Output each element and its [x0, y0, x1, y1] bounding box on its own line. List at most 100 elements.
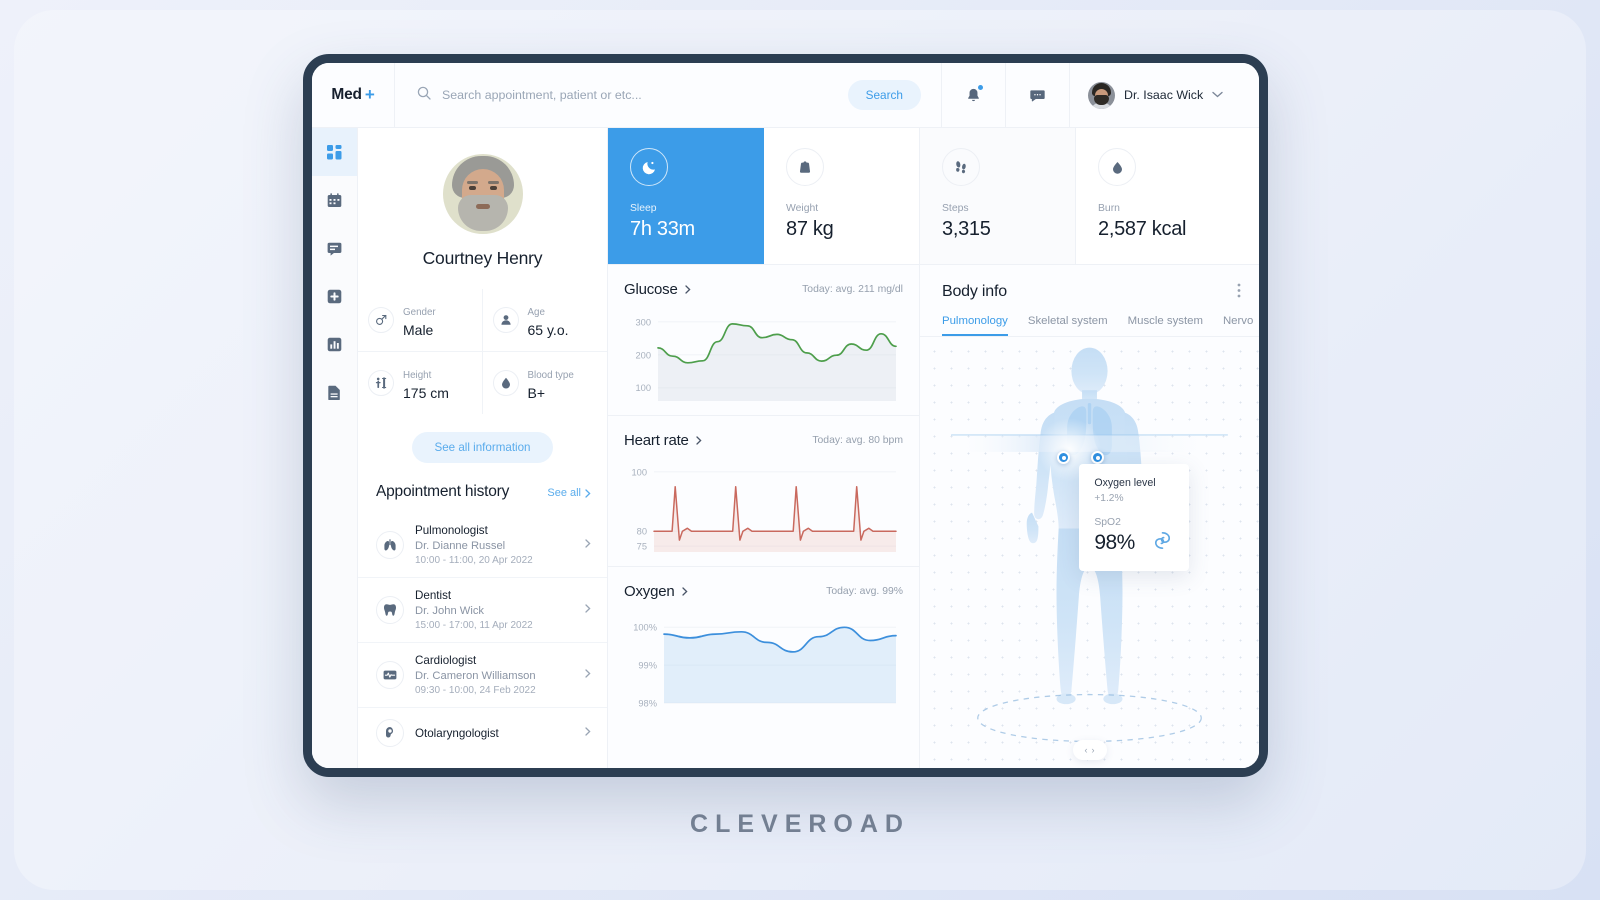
see-all-label: See all	[547, 487, 581, 499]
body-rotate-control[interactable]: ‹ ›	[1072, 740, 1107, 760]
appointment-time: 15:00 - 17:00, 11 Apr 2022	[415, 620, 533, 631]
patient-stats: Gender Male Age 65 y.o. Height 175 cm Bl…	[358, 289, 607, 414]
tooltip-metric-label: SpO2	[1094, 517, 1121, 529]
oxygen-title-group[interactable]: Oxygen	[624, 583, 688, 600]
oxygen-card: Oxygen Today: avg. 99% 98% 99% 100%	[608, 567, 919, 717]
right-region: Sleep 7h 33m Weight 87 kg Steps 3,315 Bu…	[608, 128, 1259, 768]
body-info-tabs: Pulmonology Skeletal system Muscle syste…	[920, 301, 1259, 336]
appointment-row[interactable]: Otolaryngologist	[358, 707, 607, 758]
heart-rate-card: Heart rate Today: avg. 80 bpm 75 80 100	[608, 416, 919, 567]
tooltip-label: Oxygen level	[1094, 477, 1156, 490]
tooltip-metric-row: 98%	[1094, 529, 1174, 557]
messages-button[interactable]	[1005, 63, 1069, 127]
svg-text:200: 200	[635, 350, 651, 360]
see-all-information-button[interactable]: See all information	[412, 432, 553, 463]
vitals-column: Glucose Today: avg. 211 mg/dl 100 200 300	[608, 265, 920, 768]
search-bar: Search	[394, 63, 941, 127]
ear-icon	[376, 719, 404, 747]
tab-muscle-system[interactable]: Muscle system	[1128, 315, 1203, 336]
appointment-row[interactable]: Dentist Dr. John Wick 15:00 - 17:00, 11 …	[358, 577, 607, 642]
rotate-next-icon[interactable]: ›	[1092, 745, 1095, 755]
metric-label: Weight	[786, 203, 819, 214]
tab-skeletal-system[interactable]: Skeletal system	[1028, 315, 1108, 336]
chevron-right-icon	[585, 604, 591, 616]
appointments-see-all-link[interactable]: See all	[547, 487, 591, 499]
stat-label: Blood type	[527, 370, 574, 381]
notification-badge	[978, 85, 983, 90]
tablet-frame: Med + Search appointment, patient or etc…	[303, 54, 1268, 777]
appointment-list: Pulmonologist Dr. Dianne Russel 10:00 - …	[358, 513, 607, 768]
tab-pulmonology[interactable]: Pulmonology	[942, 315, 1008, 336]
footsteps-icon	[942, 148, 980, 186]
rotate-prev-icon[interactable]: ‹	[1085, 745, 1088, 755]
logo-text: Med	[331, 86, 362, 103]
lungs-icon	[376, 531, 404, 559]
sidebar-nav	[312, 128, 358, 768]
metric-label: Steps	[942, 203, 969, 214]
svg-text:98%: 98%	[638, 698, 657, 708]
metric-cards: Sleep 7h 33m Weight 87 kg Steps 3,315 Bu…	[608, 128, 1259, 265]
svg-text:100: 100	[635, 383, 651, 393]
stat-value: B+	[527, 385, 546, 401]
patient-panel: Courtney Henry Gender Male Age 65 y.o. H…	[358, 128, 608, 768]
patient-avatar	[442, 154, 523, 234]
appointment-specialty: Otolaryngologist	[415, 726, 499, 740]
kebab-menu-icon[interactable]	[1237, 283, 1241, 300]
notifications-button[interactable]	[941, 63, 1005, 127]
appointment-text: Cardiologist Dr. Cameron Williamson 09:3…	[415, 654, 574, 696]
sidebar-item-statistics[interactable]	[312, 320, 357, 368]
heart-rate-subtitle: Today: avg. 80 bpm	[812, 435, 903, 446]
appointment-specialty: Dentist	[415, 589, 452, 602]
appointment-doctor: Dr. Cameron Williamson	[415, 670, 536, 682]
heart-rate-title-group[interactable]: Heart rate	[624, 432, 702, 449]
user-menu[interactable]: Dr. Isaac Wick	[1069, 63, 1259, 127]
ecg-icon	[376, 661, 404, 689]
metric-value: 87 kg	[786, 218, 834, 240]
glucose-subtitle: Today: avg. 211 mg/dl	[802, 284, 903, 295]
metric-card-weight[interactable]: Weight 87 kg	[764, 128, 920, 264]
chart-title: Oxygen	[624, 583, 675, 600]
tab-nervous-system[interactable]: Nervo	[1223, 315, 1253, 336]
svg-text:80: 80	[637, 527, 647, 537]
appointment-specialty: Pulmonologist	[415, 524, 488, 537]
stat-label: Age	[527, 307, 545, 318]
search-button[interactable]: Search	[847, 80, 921, 110]
stat-gender: Gender Male	[358, 289, 483, 352]
appointment-text: Pulmonologist Dr. Dianne Russel 10:00 - …	[415, 524, 574, 566]
sidebar-item-calendar[interactable]	[312, 176, 357, 224]
app-logo[interactable]: Med +	[312, 63, 394, 127]
sidebar-item-messages[interactable]	[312, 224, 357, 272]
metric-card-burn[interactable]: Burn 2,587 kcal	[1076, 128, 1259, 264]
appointment-row[interactable]: Pulmonologist Dr. Dianne Russel 10:00 - …	[358, 513, 607, 577]
glucose-title-group[interactable]: Glucose	[624, 281, 691, 298]
search-input[interactable]	[442, 88, 837, 102]
stat-label: Gender	[403, 307, 436, 318]
appointment-doctor: Dr. John Wick	[415, 605, 485, 617]
metric-card-sleep[interactable]: Sleep 7h 33m	[608, 128, 764, 264]
stat-height: Height 175 cm	[358, 352, 483, 414]
weight-icon	[786, 148, 824, 186]
glucose-header: Glucose Today: avg. 211 mg/dl	[624, 281, 903, 298]
tooth-icon	[376, 596, 404, 624]
body-diagram-canvas[interactable]: Oxygen level +1.2% SpO2 98% ‹ ›	[920, 336, 1259, 768]
chart-title: Heart rate	[624, 432, 689, 449]
appointment-row[interactable]: Cardiologist Dr. Cameron Williamson 09:3…	[358, 642, 607, 707]
oxygen-swirl-icon	[1151, 529, 1174, 557]
svg-text:100%: 100%	[633, 623, 657, 633]
chart-title: Glucose	[624, 281, 678, 298]
metric-card-steps[interactable]: Steps 3,315	[920, 128, 1076, 264]
metric-value: 3,315	[942, 218, 991, 240]
appointment-time: 10:00 - 11:00, 20 Apr 2022	[415, 555, 533, 566]
sidebar-item-documents[interactable]	[312, 368, 357, 416]
appointment-specialty: Cardiologist	[415, 654, 477, 667]
appointment-history-title: Appointment history	[376, 483, 510, 500]
glucose-chart: 100 200 300	[635, 317, 897, 401]
sidebar-item-dashboard[interactable]	[312, 128, 357, 176]
stat-value: 175 cm	[403, 385, 449, 401]
sidebar-item-add-record[interactable]	[312, 272, 357, 320]
patient-header: Courtney Henry	[358, 128, 607, 269]
chevron-down-icon	[1212, 90, 1223, 101]
gender-icon	[368, 307, 394, 333]
metric-value: 2,587 kcal	[1098, 218, 1187, 240]
lower-region: Glucose Today: avg. 211 mg/dl 100 200 300	[608, 265, 1259, 768]
